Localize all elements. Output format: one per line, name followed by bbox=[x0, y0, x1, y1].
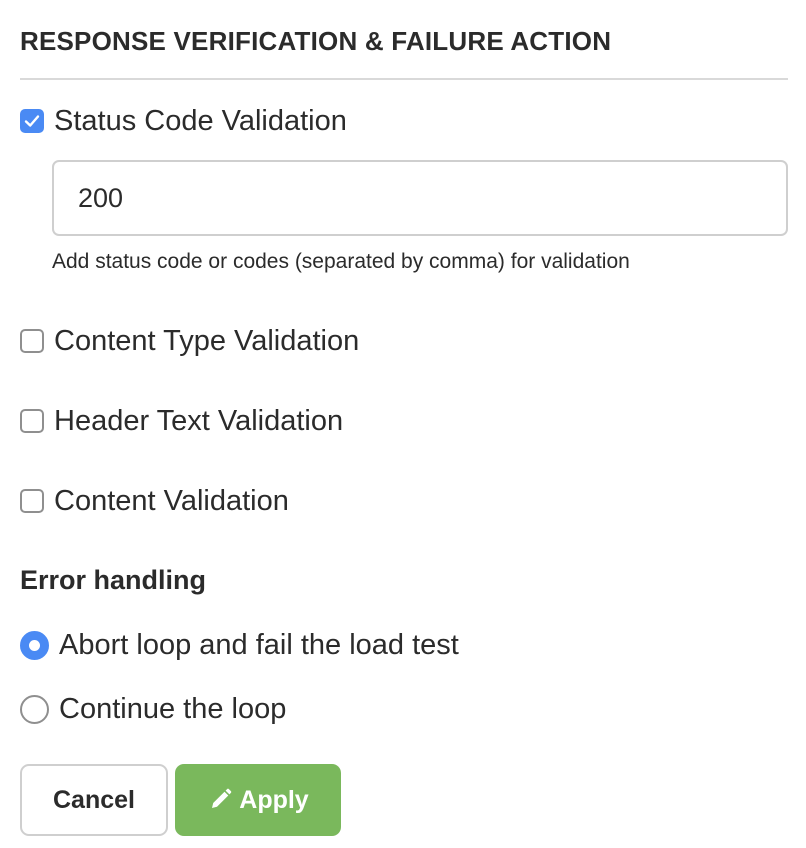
apply-button[interactable]: Apply bbox=[175, 764, 341, 836]
status-code-validation-label: Status Code Validation bbox=[54, 104, 347, 137]
status-code-validation-checkbox[interactable] bbox=[20, 109, 44, 133]
content-validation-option[interactable]: Content Validation bbox=[20, 484, 289, 518]
abort-loop-radio[interactable] bbox=[20, 630, 49, 660]
status-code-help-text: Add status code or codes (separated by c… bbox=[52, 250, 630, 273]
abort-loop-option[interactable]: Abort loop and fail the load test bbox=[20, 628, 459, 662]
error-handling-heading: Error handling bbox=[20, 565, 207, 595]
continue-loop-label: Continue the loop bbox=[59, 692, 287, 725]
header-text-validation-option[interactable]: Header Text Validation bbox=[20, 404, 343, 438]
cancel-button[interactable]: Cancel bbox=[20, 764, 168, 836]
content-type-validation-option[interactable]: Content Type Validation bbox=[20, 324, 359, 358]
checkmark-icon bbox=[24, 115, 40, 127]
section-title: RESPONSE VERIFICATION & FAILURE ACTION bbox=[20, 26, 612, 56]
content-validation-checkbox[interactable] bbox=[20, 489, 44, 513]
divider bbox=[20, 78, 788, 80]
status-code-validation-option[interactable]: Status Code Validation bbox=[20, 104, 347, 138]
continue-loop-option[interactable]: Continue the loop bbox=[20, 692, 286, 726]
header-text-validation-checkbox[interactable] bbox=[20, 409, 44, 433]
content-validation-label: Content Validation bbox=[54, 484, 289, 517]
header-text-validation-label: Header Text Validation bbox=[54, 404, 344, 437]
cancel-button-label: Cancel bbox=[53, 785, 135, 814]
apply-button-label: Apply bbox=[239, 785, 309, 814]
abort-loop-label: Abort loop and fail the load test bbox=[59, 628, 459, 661]
content-type-validation-checkbox[interactable] bbox=[20, 329, 44, 353]
radio-selected-dot bbox=[29, 639, 40, 651]
pencil-icon bbox=[207, 787, 233, 813]
status-code-input[interactable] bbox=[52, 160, 788, 236]
content-type-validation-label: Content Type Validation bbox=[54, 324, 360, 357]
continue-loop-radio[interactable] bbox=[20, 694, 49, 724]
